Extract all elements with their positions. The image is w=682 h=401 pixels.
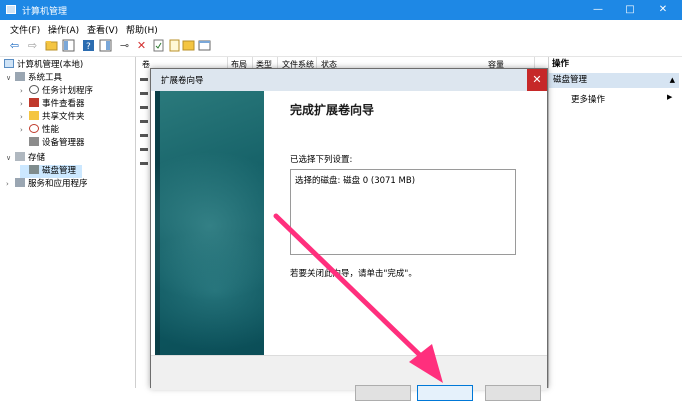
forward-icon[interactable]: ⇨ [26, 39, 39, 52]
tree-item-event-viewer[interactable]: › 事件查看器 [20, 98, 85, 111]
menu-help[interactable]: 帮助(H) [126, 23, 158, 36]
close-button[interactable]: ✕ [656, 3, 670, 17]
list-row-stub [140, 106, 148, 109]
tree-item-performance[interactable]: › 性能 [20, 124, 59, 137]
actions-section-label: 磁盘管理 [553, 75, 588, 85]
tree-item-label: 系统工具 [28, 73, 63, 83]
export-icon[interactable] [182, 39, 195, 52]
chevron-right-icon[interactable]: › [20, 124, 29, 137]
tree-item-label: 事件查看器 [42, 99, 85, 109]
computer-management-icon [6, 5, 16, 14]
chevron-right-icon[interactable]: › [20, 111, 29, 124]
list-row-stub [140, 134, 148, 137]
list-row-stub [140, 92, 148, 95]
properties-icon[interactable] [168, 39, 181, 52]
panel-icon[interactable] [99, 39, 112, 52]
tree-item-disk-management[interactable]: 磁盘管理 [20, 165, 83, 178]
clock-icon [29, 85, 39, 94]
tree-item-label: 共享文件夹 [42, 112, 85, 122]
tree-item-label: 任务计划程序 [42, 86, 94, 96]
wizard-title: 扩展卷向导 [161, 76, 204, 86]
wizard-hint: 若要关闭此向导，请单击"完成"。 [290, 269, 417, 279]
tools-icon [15, 72, 25, 81]
tree-item-device-manager[interactable]: 设备管理器 [29, 137, 85, 150]
tree-item-shared-folders[interactable]: › 共享文件夹 [20, 111, 85, 124]
wizard-settings-box[interactable]: 选择的磁盘: 磁盘 0 (3071 MB) [290, 169, 516, 255]
storage-icon [15, 152, 25, 161]
wizard-footer [151, 355, 547, 401]
menu-action[interactable]: 操作(A) [48, 23, 79, 36]
window-icon[interactable] [198, 39, 211, 52]
list-row-stub [140, 162, 148, 165]
extend-volume-wizard: 扩展卷向导 ✕ 完成扩展卷向导 已选择下列设置: 选择的磁盘: 磁盘 0 (30… [150, 68, 548, 401]
actions-pane: 操作 磁盘管理 ▲ 更多操作 ▶ [548, 57, 682, 388]
tree-item-label: 磁盘管理 [42, 166, 77, 176]
menu-view[interactable]: 查看(V) [87, 23, 118, 36]
minimize-button[interactable]: — [591, 3, 605, 17]
title-bar: 计算机管理 — □ ✕ [0, 0, 682, 20]
tree-item-storage[interactable]: ∨ 存储 [6, 152, 45, 165]
services-icon [15, 178, 25, 187]
connect-icon[interactable]: ⊸ [118, 39, 131, 52]
wizard-close-button[interactable]: ✕ [527, 69, 547, 91]
actions-header: 操作 [552, 59, 570, 69]
toolbar: ⇦ ⇨ ? ⊸ ✕ [0, 36, 682, 57]
back-button[interactable] [355, 385, 411, 401]
navigation-tree: 计算机管理(本地) ∨ 系统工具 › 任务计划程序 › 事件查看器 › 共享文件夹 › 性… [0, 57, 136, 388]
tree-root-label: 计算机管理(本地) [17, 60, 84, 70]
list-row-stub [140, 78, 148, 81]
chevron-right-icon[interactable]: › [20, 85, 29, 98]
shared-folder-icon [29, 111, 39, 120]
more-actions-label: 更多操作 [571, 95, 606, 105]
tree-item-label: 服务和应用程序 [28, 179, 88, 189]
chevron-up-icon[interactable]: ▲ [670, 73, 675, 88]
maximize-button[interactable]: □ [623, 3, 637, 17]
tree-root[interactable]: 计算机管理(本地) [4, 59, 83, 72]
tree-item-system-tools[interactable]: ∨ 系统工具 [6, 72, 62, 85]
cancel-button[interactable] [485, 385, 541, 401]
tree-item-task-scheduler[interactable]: › 任务计划程序 [20, 85, 93, 98]
back-icon[interactable]: ⇦ [8, 39, 21, 52]
svg-text:?: ? [86, 42, 91, 52]
wizard-side-banner [155, 91, 264, 389]
check-icon[interactable] [152, 39, 165, 52]
wizard-title-bar: 扩展卷向导 ✕ [151, 69, 547, 91]
wizard-heading: 完成扩展卷向导 [290, 103, 375, 117]
menu-file[interactable]: 文件(F) [10, 23, 40, 36]
device-manager-icon [29, 137, 39, 146]
chevron-right-icon[interactable]: › [6, 178, 15, 191]
chevron-down-icon[interactable]: ∨ [6, 72, 15, 85]
tree-item-label: 存储 [28, 153, 46, 163]
actions-section-disk-management[interactable]: 磁盘管理 ▲ [549, 73, 679, 88]
window-title: 计算机管理 [22, 7, 68, 17]
wizard-settings-label: 已选择下列设置: [290, 155, 353, 165]
view-icon[interactable] [62, 39, 75, 52]
column-volume[interactable]: 卷 [142, 59, 150, 70]
computer-icon [4, 59, 14, 68]
chevron-right-icon[interactable]: › [20, 98, 29, 111]
event-viewer-icon [29, 98, 39, 107]
tree-item-label: 设备管理器 [42, 138, 85, 148]
list-row-stub [140, 148, 148, 151]
list-row-stub [140, 120, 148, 123]
finish-button[interactable] [417, 385, 473, 401]
wizard-content: 完成扩展卷向导 已选择下列设置: 选择的磁盘: 磁盘 0 (3071 MB) 若… [264, 91, 547, 389]
help-icon[interactable]: ? [82, 39, 95, 52]
chevron-right-icon[interactable]: ▶ [667, 93, 672, 101]
performance-icon [29, 124, 39, 133]
wizard-settings-value: 选择的磁盘: 磁盘 0 (3071 MB) [295, 176, 416, 186]
disk-icon [29, 165, 39, 174]
more-actions[interactable]: 更多操作 [571, 93, 605, 105]
folder-icon[interactable] [45, 39, 58, 52]
menu-bar: 文件(F) 操作(A) 查看(V) 帮助(H) [0, 20, 682, 36]
tree-item-label: 性能 [42, 125, 60, 135]
chevron-down-icon[interactable]: ∨ [6, 152, 15, 165]
tree-item-services-apps[interactable]: › 服务和应用程序 [6, 178, 88, 191]
delete-icon[interactable]: ✕ [135, 39, 148, 52]
